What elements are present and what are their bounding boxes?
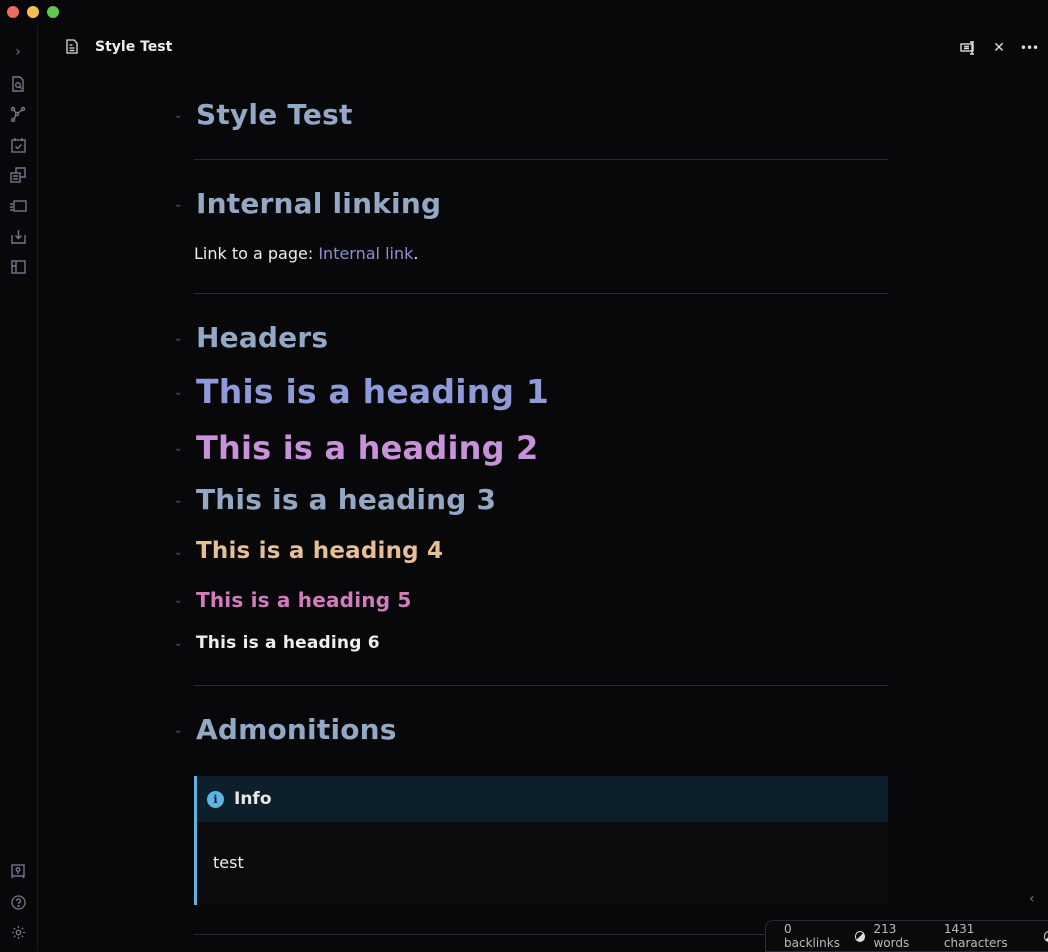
sync-status-icon[interactable] [855, 930, 866, 942]
callout-header[interactable]: i Info [197, 776, 888, 822]
theme-status-icon[interactable] [1043, 930, 1048, 942]
daily-note-icon[interactable] [8, 135, 28, 155]
settings-icon[interactable] [8, 922, 28, 942]
heading-6: This is a heading 6 [196, 633, 380, 653]
divider [194, 685, 888, 686]
vault-icon[interactable] [8, 861, 28, 881]
backlinks-count[interactable]: 0 backlinks [784, 922, 847, 950]
heading-admonitions: Admonitions [196, 713, 397, 746]
slides-icon[interactable] [8, 196, 28, 216]
link-prefix: Link to a page: [194, 244, 319, 263]
graph-icon[interactable] [8, 104, 28, 124]
fold-chevron-icon[interactable]: ⌄ [174, 725, 186, 736]
reading-view-icon[interactable] [958, 38, 978, 58]
internal-link[interactable]: Internal link [318, 244, 413, 263]
status-bar: 0 backlinks 213 words 1431 characters [765, 920, 1048, 952]
help-icon[interactable] [8, 892, 28, 912]
fold-chevron-icon[interactable]: ⌄ [174, 387, 186, 398]
import-icon[interactable] [8, 226, 28, 246]
divider [194, 159, 888, 160]
close-window-button[interactable] [7, 6, 19, 18]
info-callout: i Info test [194, 776, 888, 905]
fold-chevron-icon[interactable]: ⌄ [174, 547, 186, 558]
search-file-icon[interactable] [8, 74, 28, 94]
paragraph: Link to a page: Internal link. [194, 244, 418, 263]
maximize-window-button[interactable] [47, 6, 59, 18]
divider [194, 293, 888, 294]
character-count: 1431 characters [943, 922, 1008, 950]
collapse-right-sidebar-icon[interactable]: ‹ [1029, 891, 1035, 907]
callout-title: Info [234, 789, 272, 809]
word-count: 213 words [873, 922, 910, 950]
link-suffix: . [413, 244, 419, 263]
heading-4: This is a heading 4 [196, 538, 444, 564]
heading-2: This is a heading 2 [196, 429, 539, 467]
fold-chevron-icon[interactable]: ⌄ [174, 495, 186, 506]
heading-3: This is a heading 3 [196, 483, 497, 516]
more-options-icon[interactable]: ••• [1019, 38, 1039, 58]
fold-chevron-icon[interactable]: ⌄ [174, 333, 186, 344]
fold-chevron-icon[interactable]: ⌄ [174, 199, 186, 210]
fold-chevron-icon[interactable]: ⌄ [174, 638, 186, 649]
info-icon: i [207, 790, 224, 808]
tab-title[interactable]: Style Test [95, 39, 172, 55]
expand-sidebar-icon[interactable]: › [8, 42, 28, 62]
fold-chevron-icon[interactable]: ⌄ [174, 595, 186, 606]
fold-chevron-icon[interactable]: ⌄ [174, 110, 186, 121]
heading-5: This is a heading 5 [196, 588, 412, 612]
fold-chevron-icon[interactable]: ⌄ [174, 443, 186, 454]
layout-icon[interactable] [8, 257, 28, 277]
heading-style-test: Style Test [196, 98, 353, 131]
heading-internal-linking: Internal linking [196, 187, 442, 220]
document-icon [66, 39, 78, 58]
close-tab-icon[interactable]: ✕ [989, 38, 1009, 58]
templates-icon[interactable] [8, 165, 28, 185]
heading-1: This is a heading 1 [196, 372, 550, 411]
callout-body: test [213, 853, 244, 872]
heading-headers: Headers [196, 321, 329, 354]
minimize-window-button[interactable] [27, 6, 39, 18]
